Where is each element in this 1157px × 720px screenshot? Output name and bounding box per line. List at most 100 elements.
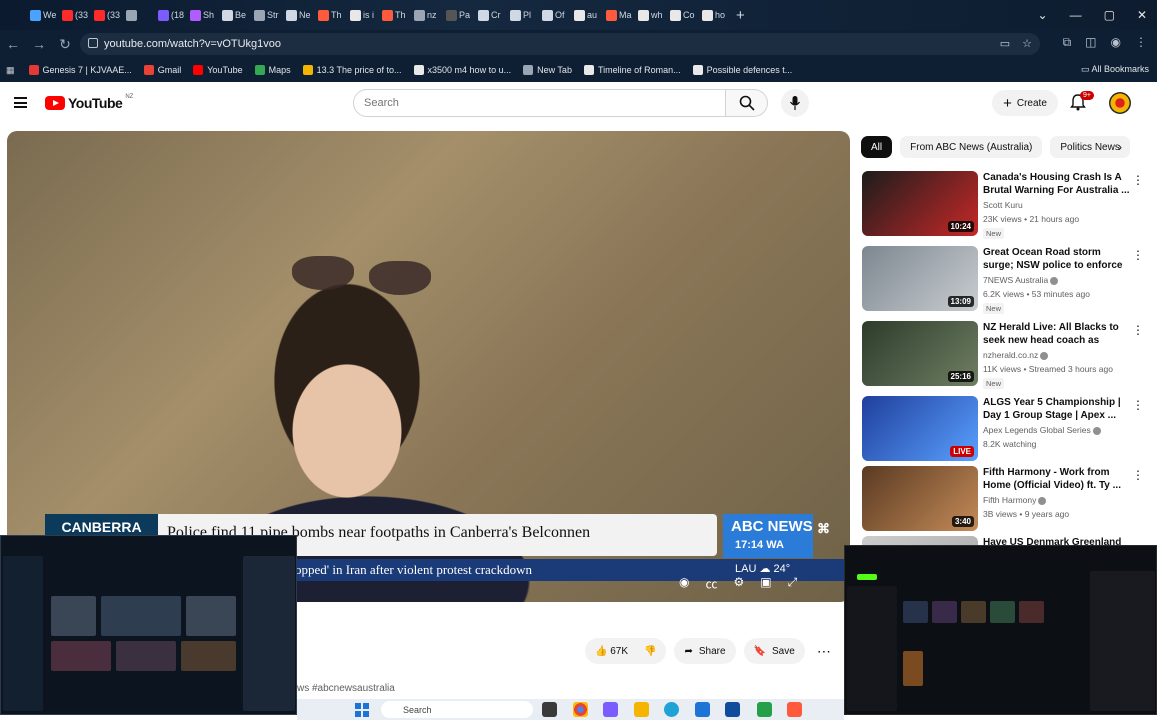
video-thumbnail[interactable]: 3:40 — [862, 466, 978, 531]
reload-button[interactable]: ↻ — [52, 36, 78, 53]
browser-tab[interactable]: au — [570, 3, 602, 27]
video-thumbnail[interactable]: LIVE — [862, 396, 978, 461]
video-thumbnail[interactable]: 13:09 — [862, 246, 978, 311]
bookmark-item[interactable]: 13.3 The price of to... — [302, 65, 402, 75]
miniplayer-icon[interactable]: ▣ — [760, 575, 771, 592]
browser-tab[interactable]: Co — [666, 3, 698, 27]
video-player[interactable]: CANBERRA Police find 11 pipe bombs near … — [7, 131, 850, 602]
related-video-item[interactable]: LIVE ALGS Year 5 Championship | Day 1 Gro… — [862, 396, 1152, 464]
filter-chip[interactable]: All — [861, 136, 893, 158]
video-menu-icon[interactable]: ⋮ — [1132, 468, 1144, 482]
extensions-menu-icon[interactable]: ◫ — [1085, 35, 1096, 50]
more-actions-icon[interactable]: ⋯ — [817, 643, 831, 660]
like-button[interactable]: 👍 67K — [595, 646, 628, 657]
related-video-item[interactable]: 25:16 NZ Herald Live: All Blacks to seek … — [862, 321, 1152, 389]
browser-tab[interactable]: Str — [250, 3, 282, 27]
app-icon[interactable] — [757, 702, 772, 717]
create-button[interactable]: + Create — [992, 90, 1058, 116]
app-icon[interactable] — [603, 702, 618, 717]
video-title[interactable]: NZ Herald Live: All Blacks to seek new h… — [983, 321, 1133, 348]
related-video-item[interactable]: 3:40 Fifth Harmony - Work from Home (Offi… — [862, 466, 1152, 534]
video-channel[interactable]: Fifth Harmony — [983, 495, 1047, 505]
new-tab-button[interactable]: + — [736, 7, 745, 24]
browser-menu-icon[interactable]: ⋮ — [1135, 35, 1147, 50]
search-button[interactable] — [726, 89, 768, 117]
video-title[interactable]: Great Ocean Road storm surge; NSW police… — [983, 246, 1133, 273]
bookmark-item[interactable]: x3500 m4 how to u... — [413, 65, 511, 75]
browser-tab[interactable]: Ma — [602, 3, 634, 27]
browser-tab[interactable]: Pa — [442, 3, 474, 27]
account-avatar[interactable] — [1109, 92, 1131, 114]
browser-tab[interactable]: Of — [538, 3, 570, 27]
dislike-button[interactable]: 👎 — [644, 646, 656, 657]
browser-tab[interactable]: (18 — [154, 3, 186, 27]
voice-search-button[interactable] — [781, 89, 809, 117]
bookmark-item[interactable]: New Tab — [523, 65, 572, 75]
settings-gear-icon[interactable]: ⚙ — [734, 575, 745, 592]
browser-tab[interactable]: wh — [634, 3, 666, 27]
video-title[interactable]: Canada's Housing Crash Is A Brutal Warni… — [983, 171, 1133, 197]
video-menu-icon[interactable]: ⋮ — [1132, 173, 1144, 187]
browser-tab[interactable]: ho — [698, 3, 730, 27]
bookmark-item[interactable]: Gmail — [143, 65, 181, 75]
search-input[interactable] — [364, 97, 704, 109]
save-button[interactable]: 🔖 Save — [743, 638, 805, 664]
browser-tab[interactable]: (33 — [58, 3, 90, 27]
cast-icon[interactable]: ▭ — [1000, 37, 1010, 50]
related-video-item[interactable]: 13:09 Great Ocean Road storm surge; NSW p… — [862, 246, 1152, 314]
url-omnibox[interactable]: youtube.com/watch?v=vOTUkg1voo ▭ ☆ — [80, 33, 1040, 55]
video-thumbnail[interactable]: 25:16 — [862, 321, 978, 386]
browser-tab[interactable]: Th — [378, 3, 410, 27]
menu-hamburger-icon[interactable] — [14, 97, 27, 108]
file-explorer-icon[interactable] — [542, 702, 557, 717]
video-channel[interactable]: Apex Legends Global Series — [983, 425, 1101, 435]
share-button[interactable]: ➦ Share — [674, 638, 736, 664]
chips-next-chevron-icon[interactable]: › — [1118, 140, 1122, 154]
site-info-icon[interactable] — [88, 38, 98, 48]
video-channel[interactable]: nzherald.co.nz — [983, 350, 1049, 360]
filter-chip[interactable]: From ABC News (Australia) — [900, 136, 1043, 158]
profile-icon[interactable]: ◉ — [1111, 35, 1121, 50]
chrome-icon[interactable] — [573, 702, 588, 717]
chevron-down-icon[interactable]: ⌄ — [1038, 8, 1048, 22]
bookmark-item[interactable]: Maps — [254, 65, 291, 75]
app-icon[interactable] — [695, 702, 710, 717]
app-icon[interactable] — [725, 702, 740, 717]
browser-tab[interactable]: Th — [314, 3, 346, 27]
browser-tab[interactable]: is i — [346, 3, 378, 27]
minimize-button[interactable]: — — [1070, 8, 1082, 22]
browser-tab[interactable]: Pl — [506, 3, 538, 27]
video-thumbnail[interactable]: 10:24 — [862, 171, 978, 236]
bookmark-star-icon[interactable]: ☆ — [1022, 37, 1032, 50]
browser-tab[interactable]: Ne — [282, 3, 314, 27]
bookmark-item[interactable]: Timeline of Roman... — [583, 65, 681, 75]
browser-tab[interactable]: We — [26, 3, 58, 27]
fullscreen-icon[interactable]: ⤢ — [788, 575, 798, 592]
close-window-button[interactable]: ✕ — [1137, 8, 1147, 22]
browser-tab[interactable]: (33 — [90, 3, 122, 27]
captions-icon[interactable]: ㏄ — [705, 575, 717, 592]
all-bookmarks-button[interactable]: ▭ All Bookmarks — [1081, 64, 1149, 75]
search-box[interactable] — [353, 89, 726, 117]
video-menu-icon[interactable]: ⋮ — [1132, 323, 1144, 337]
video-menu-icon[interactable]: ⋮ — [1132, 248, 1144, 262]
browser-tab[interactable]: Be — [218, 3, 250, 27]
youtube-logo[interactable]: YouTube NZ — [45, 94, 133, 111]
app-icon[interactable] — [787, 702, 802, 717]
autoplay-toggle[interactable]: ◉ — [679, 575, 689, 592]
video-channel[interactable]: 7NEWS Australia — [983, 275, 1059, 285]
forward-button[interactable]: → — [26, 36, 52, 52]
browser-tab[interactable] — [122, 3, 154, 27]
edge-icon[interactable] — [664, 702, 679, 717]
video-menu-icon[interactable]: ⋮ — [1132, 398, 1144, 412]
taskbar-search[interactable]: Search — [381, 701, 533, 718]
related-video-item[interactable]: 10:24 Canada's Housing Crash Is A Brutal … — [862, 171, 1152, 239]
video-title[interactable]: ALGS Year 5 Championship | Day 1 Group S… — [983, 396, 1133, 422]
browser-tab[interactable]: Cr — [474, 3, 506, 27]
extension-icon[interactable]: ⧉ — [1063, 35, 1072, 50]
app-icon[interactable] — [634, 702, 649, 717]
browser-tab[interactable]: nz — [410, 3, 442, 27]
video-channel[interactable]: Scott Kuru — [983, 200, 1023, 210]
bookmark-item[interactable]: YouTube — [193, 65, 243, 75]
browser-tab[interactable]: Sh — [186, 3, 218, 27]
